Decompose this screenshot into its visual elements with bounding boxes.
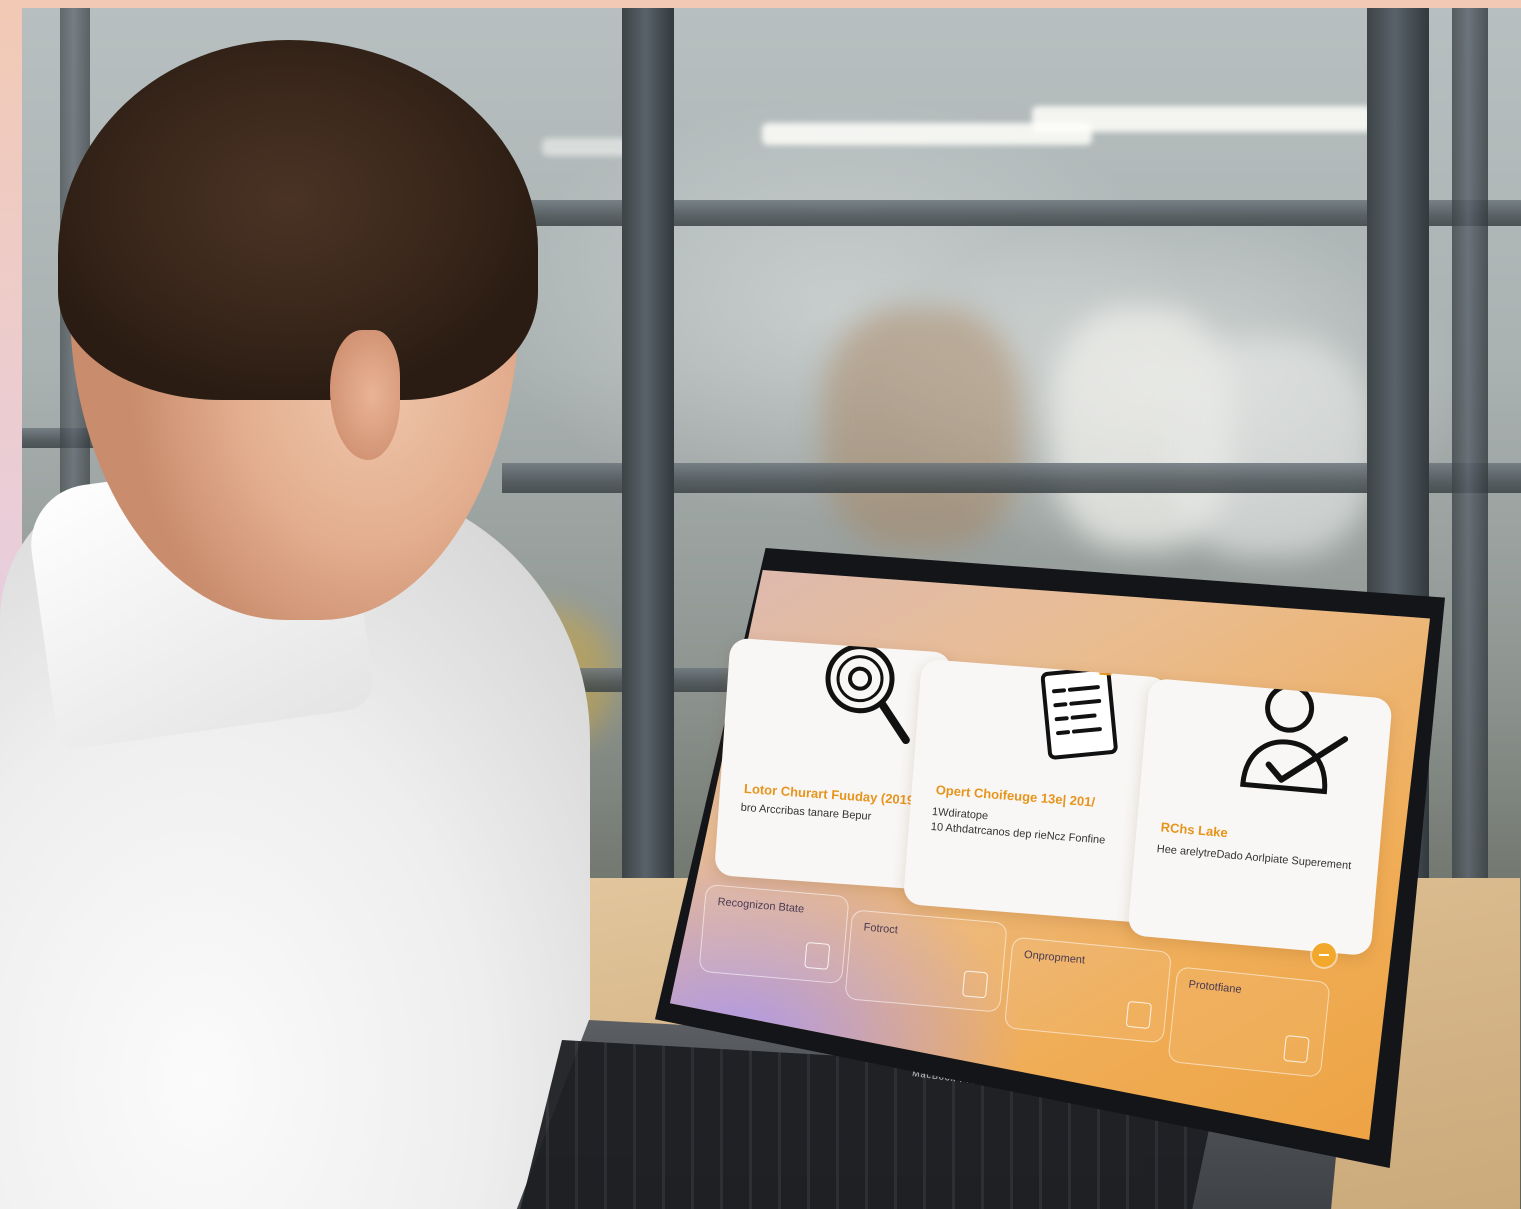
badge-icon — [1283, 1034, 1310, 1064]
tile-label: Onpropment — [1023, 948, 1086, 967]
card-subtitle: 1Wdiratope 10 Athdatrcanos dep rieNcz Fo… — [930, 805, 1106, 847]
blurred-machine — [1172, 338, 1372, 558]
tile-label: Prototfiane — [1187, 978, 1243, 997]
screen-tile-3[interactable]: Onpropment — [1003, 936, 1173, 1044]
tile-label: Fotroct — [863, 921, 899, 937]
card-title: RChs Lake — [1160, 819, 1229, 841]
blurred-machine — [822, 308, 1022, 548]
screen-tile-4[interactable]: Prototfiane — [1167, 966, 1331, 1078]
screen-card-2[interactable]: Opert Choifeuge 13e| 201/ 1Wdiratope 10 … — [902, 658, 1170, 924]
tile-label: Recognizon Btate — [717, 895, 805, 916]
window-mullion — [622, 8, 674, 888]
nodes-icon — [1125, 1000, 1153, 1030]
card-subtitle: Hee arelytreDado Aorlpiate Superement — [1156, 843, 1352, 873]
screen-card-3[interactable]: RChs Lake Hee arelytreDado Aorlpiate Sup… — [1127, 677, 1393, 957]
card-title: Opert Choifeuge 13e| 201/ — [935, 782, 1096, 810]
magnifier-icon — [825, 644, 910, 745]
document-icon — [804, 941, 831, 970]
collapse-button[interactable] — [1312, 943, 1336, 967]
person-check-icon — [1240, 683, 1349, 795]
chart-icon — [962, 970, 989, 999]
screen-tile-1[interactable]: Recognizon Btate — [698, 883, 850, 985]
screen-tile-2[interactable]: Fotroct — [844, 909, 1008, 1013]
checklist-icon — [1040, 666, 1118, 760]
ceiling-light — [1032, 106, 1372, 132]
